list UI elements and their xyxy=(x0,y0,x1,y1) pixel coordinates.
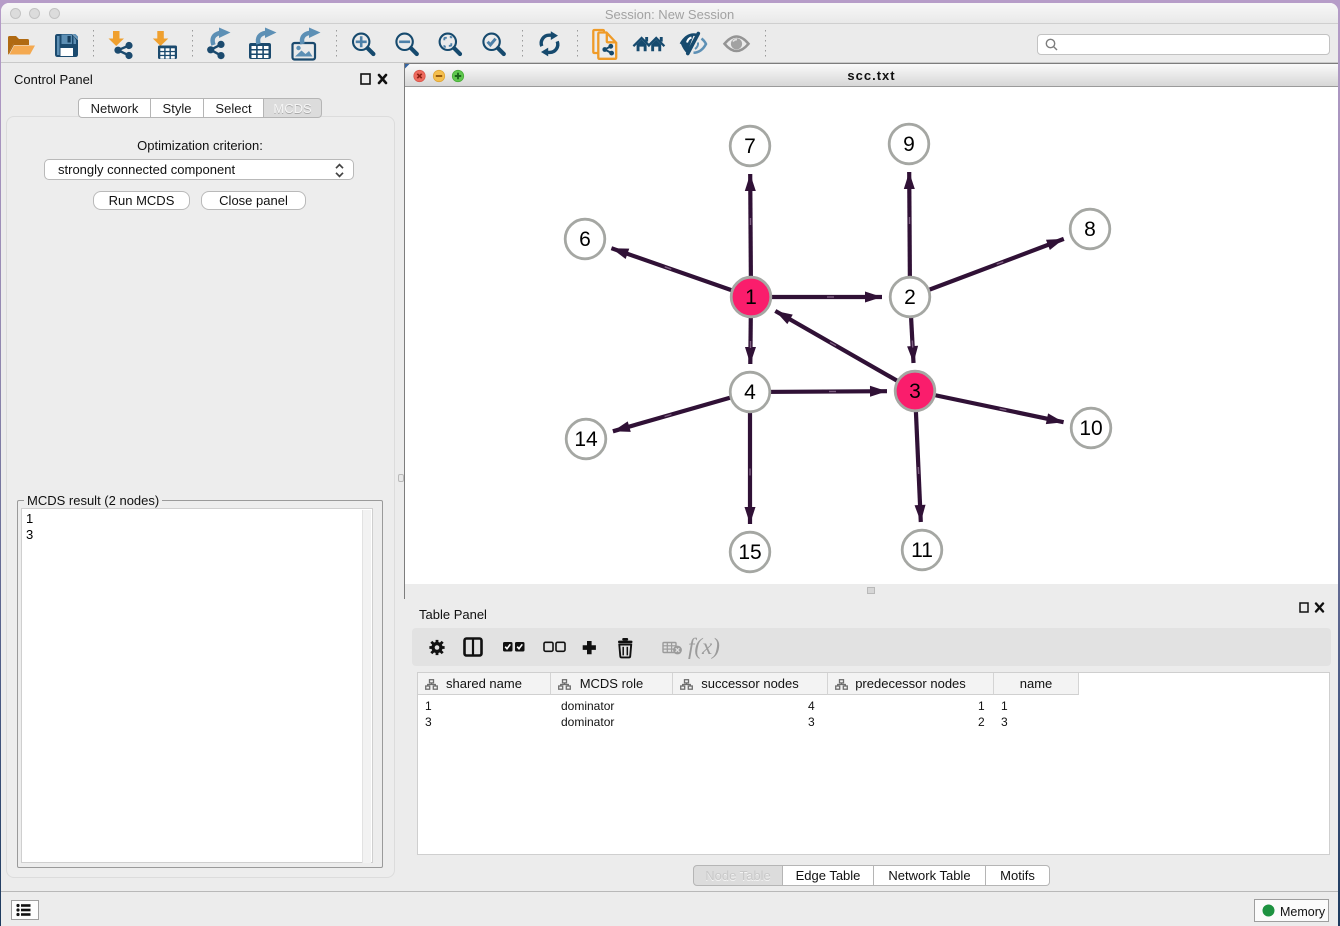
svg-text:4: 4 xyxy=(744,381,756,404)
svg-text:15: 15 xyxy=(738,541,761,564)
svg-text:11: 11 xyxy=(911,539,933,562)
svg-text:7: 7 xyxy=(744,135,756,158)
svg-text:8: 8 xyxy=(1084,218,1096,241)
svg-text:3: 3 xyxy=(909,380,921,403)
svg-text:2: 2 xyxy=(904,286,916,309)
svg-text:6: 6 xyxy=(579,228,591,251)
svg-text:1: 1 xyxy=(745,286,757,309)
svg-text:9: 9 xyxy=(903,133,915,156)
svg-text:14: 14 xyxy=(574,428,598,451)
svg-text:f(x): f(x) xyxy=(688,634,720,659)
svg-text:10: 10 xyxy=(1079,417,1102,440)
